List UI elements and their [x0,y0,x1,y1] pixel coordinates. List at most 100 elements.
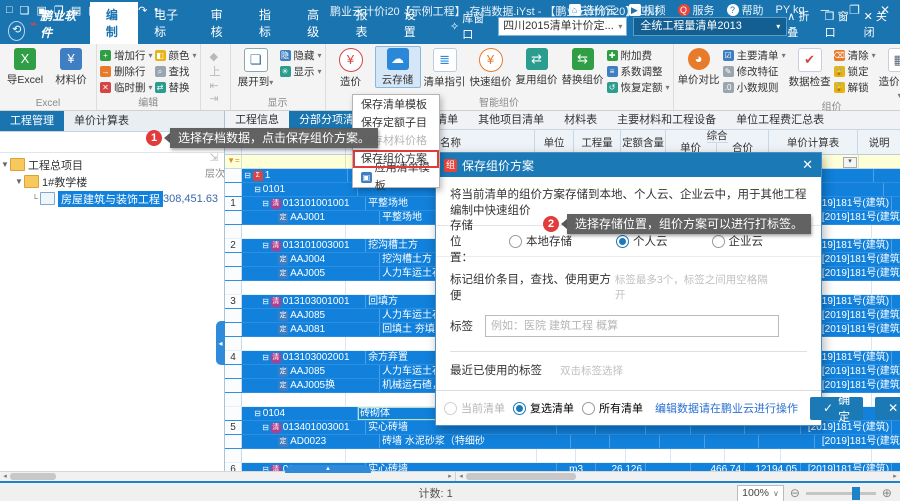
coefficient-adjust-button[interactable]: ≡ 系数调整 [606,63,670,79]
main-hscrollbar[interactable]: ◂ ▸ [456,472,900,481]
app-logo[interactable]: ⌁ 鹏业软件 [29,7,79,41]
scope-radio[interactable]: 复选清单 [513,400,574,416]
unlock-button[interactable]: 🔓 解锁 [833,79,876,95]
storage-location-radio[interactable]: 个人云 [616,233,668,249]
cloud-storage-button[interactable]: ☁ 云存储 [374,46,421,88]
open-file-icon[interactable]: ❏ [20,4,30,17]
list-library-dropdown[interactable]: 全统工程量清单2013 ▾ [633,16,788,36]
delete-row-button[interactable]: → 删除行 [100,63,153,79]
left-panel-tab[interactable]: 工程管理 [0,111,64,131]
data-check-button[interactable]: ✔ 数据检查 [788,46,832,89]
col-composite[interactable]: 综合 单价 合价 [666,130,770,154]
expand-box-icon[interactable]: ⊟ [254,185,261,194]
scroll-thumb[interactable] [10,473,56,480]
find-button[interactable]: ⌕ 查找 [154,63,197,79]
scroll-thumb[interactable] [466,473,576,480]
table-row[interactable]: AD0023 砖墙 水泥砂浆（特细砂 [2019]181号(建筑) [225,435,900,449]
quick-pricing-button[interactable]: ¥ 快速组价 [469,46,513,89]
expand-box-icon[interactable]: ⊟ [262,423,269,432]
content-tab[interactable]: 工程信息 [225,111,289,129]
content-tab[interactable]: 单位工程费汇总表 [726,111,834,129]
expand-box-icon[interactable]: ⊟ [244,171,251,180]
scroll-left-icon[interactable]: ◂ [456,472,466,481]
modify-feature-button[interactable]: ✎ 修改特征 [722,63,786,79]
col-qty[interactable]: 工程量 [574,130,622,154]
replace-button[interactable]: ⇄ 替换 [154,79,197,95]
dialog-title-bar[interactable]: 组 保存组价方案 ✕ [436,153,821,177]
tree-item-root[interactable]: ▼ 工程总项目 [0,156,224,173]
expand-box-icon[interactable]: ⊟ [262,241,269,250]
restore-quota-button[interactable]: ↺ 恢复定额 ▾ [606,79,670,95]
col-unit[interactable]: 单位 [535,130,575,154]
tree-item-unit-project[interactable]: └ 房屋建筑与装饰工程 308,451.63 [0,190,224,207]
scroll-right-icon[interactable]: ▸ [445,472,455,481]
export-excel-button[interactable]: X 导Excel [3,46,47,87]
color-button[interactable]: ◧ 颜色 ▾ [154,47,197,63]
content-tab[interactable]: 材料表 [554,111,607,129]
back-button[interactable]: ⟲ [8,21,26,41]
quota-library-dropdown[interactable]: 四川2015清单计价定... ▾ [498,16,628,36]
main-list-button[interactable]: ☑ 主要清单 ▾ [722,47,786,63]
temp-delete-button[interactable]: ✕ 临时删 ▾ [100,79,153,95]
storage-location-radio[interactable]: 本地存储 [509,233,572,249]
dialog-close-button[interactable]: ✕关闭 [875,396,900,420]
unit-price-compare-button[interactable]: ◕ 单价对比 [677,46,721,87]
filter-dropdown-icon[interactable]: ▾ [843,157,858,168]
ribbon-tab[interactable]: 审核 [195,2,243,44]
zoom-slider-thumb[interactable] [851,486,860,500]
decimal-rule-button[interactable]: .0 小数规则 [722,79,786,95]
tree-item-building[interactable]: ▼ 1#教学楼 [0,173,224,190]
table-row[interactable] [225,449,900,463]
bottom-panel-collapse-handle[interactable]: ▲ [285,465,371,473]
dialog-close-icon[interactable]: ✕ [802,157,813,173]
col-calc-table[interactable]: 单价计算表 [769,130,859,154]
window-menu-button[interactable]: ❐ 窗口 [825,8,854,40]
cost-adjust-button[interactable]: ▦造价调整▾ [878,46,900,101]
menu-item[interactable]: ▣保存清单模板 [353,96,439,114]
ribbon-tab[interactable]: 电子标 [138,2,194,44]
clear-button[interactable]: ⌫ 清除 ▾ [833,47,876,63]
left-panel-tab[interactable]: 单价计算表 [64,111,139,131]
col-quota-content[interactable]: 定额含量 [621,130,667,154]
tag-input[interactable] [485,315,779,337]
collapse-ribbon-button[interactable]: ∧ 折叠 [787,8,814,40]
cloud-edit-link[interactable]: 编辑数据请在鹏业云进行操作 [655,400,798,416]
content-tab[interactable]: 其他项目清单 [468,111,554,129]
reuse-pricing-button[interactable]: ⇄ 复用组价 [515,46,559,87]
ribbon-tab[interactable]: 指标 [243,2,291,44]
new-file-icon[interactable]: □ [6,4,13,17]
close-document-button[interactable]: ✕ 关闭 [864,8,892,40]
expand-to-button[interactable]: ❏ 展开到▾ [234,46,278,89]
move-up-button[interactable]: ◆ 上 ⇤ ⇥ [210,50,221,105]
menu-item[interactable]: ▣ 应用清单模板 [353,162,439,192]
zoom-out-icon[interactable]: ⊖ [790,486,800,500]
pricing-button[interactable]: ¥ 造价 [329,46,373,89]
expand-box-icon[interactable]: ⊟ [262,353,269,362]
panel-collapse-handle[interactable]: ◂ [216,321,226,365]
scroll-right-icon[interactable]: ▸ [890,472,900,481]
display-button[interactable]: ✳ 显示 ▾ [279,63,322,79]
expand-box-icon[interactable]: ⊟ [254,409,261,418]
lock-button[interactable]: 🔒 锁定 [833,63,876,79]
zoom-level-dropdown[interactable]: 100% ∨ [737,484,784,501]
surcharge-button[interactable]: ✚ 附加费 [606,47,670,63]
scope-radio[interactable]: 所有清单 [582,400,643,416]
scroll-left-icon[interactable]: ◂ [0,472,10,481]
replace-pricing-button[interactable]: ⇆ 替换组价 [561,46,605,87]
expand-box-icon[interactable]: ⊟ [262,199,269,208]
zoom-slider[interactable] [805,486,876,500]
col-note[interactable]: 说明 [858,130,900,154]
item-note [872,337,900,350]
hide-button[interactable]: 隐隐藏 ▾ [279,47,322,63]
expand-box-icon[interactable]: ⊟ [262,297,269,306]
left-hscrollbar[interactable]: ◂ ▸ [0,472,456,481]
zoom-in-icon[interactable]: ⊕ [882,486,892,500]
list-guide-button[interactable]: ≣ 清单指引 [423,46,467,89]
content-tab[interactable]: 主要材料和工程设备 [607,111,726,129]
storage-location-radio[interactable]: 企业云 [711,233,763,249]
ribbon-tab[interactable]: 编制 [89,2,139,44]
material-price-button[interactable]: ¥ 材料价 [49,46,93,87]
scope-radio[interactable]: 当前清单 [444,400,505,416]
confirm-button[interactable]: ✓ 确定 [810,393,864,424]
add-row-button[interactable]: + 增加行 ▾ [100,47,153,63]
